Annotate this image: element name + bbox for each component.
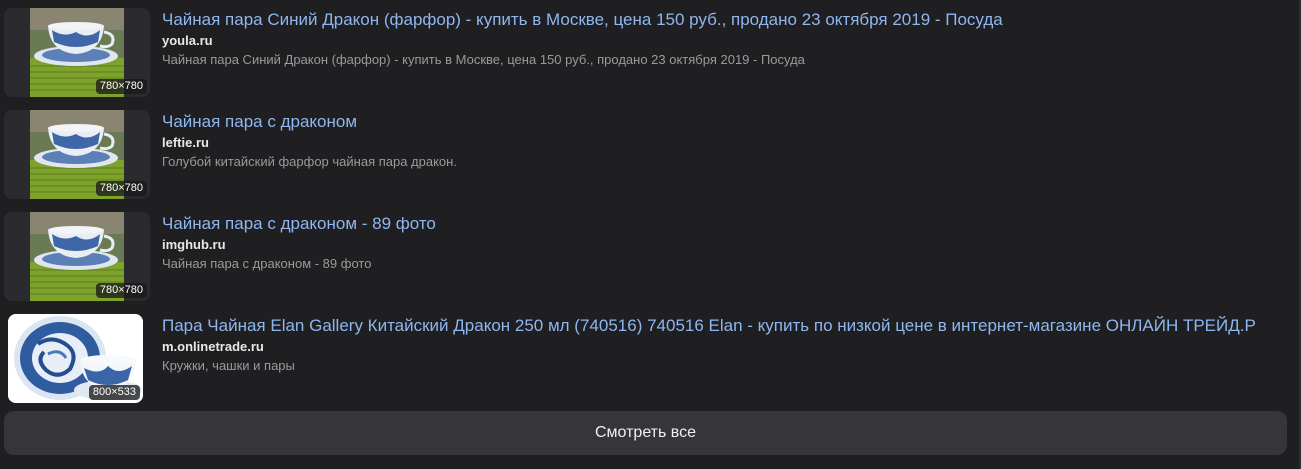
- result-title-link[interactable]: Чайная пара Синий Дракон (фарфор) - купи…: [162, 8, 1260, 31]
- result-snippet: Чайная пара Синий Дракон (фарфор) - купи…: [162, 52, 805, 67]
- result-item: 780×780 Чайная пара с драконом - 89 фото…: [0, 212, 1290, 304]
- result-item: 780×780 Чайная пара Синий Дракон (фарфор…: [0, 8, 1290, 100]
- result-domain[interactable]: youla.ru: [162, 32, 1260, 50]
- result-text: Чайная пара с драконом leftie.ru Голубой…: [162, 110, 1260, 171]
- result-domain[interactable]: imghub.ru: [162, 236, 1260, 254]
- result-snippet: Голубой китайский фарфор чайная пара дра…: [162, 154, 457, 169]
- result-text: Пара Чайная Elan Gallery Китайский Драко…: [162, 314, 1260, 375]
- result-thumbnail[interactable]: 800×533: [8, 314, 143, 403]
- result-text: Чайная пара с драконом - 89 фото imghub.…: [162, 212, 1260, 273]
- image-size-badge: 780×780: [95, 181, 147, 196]
- result-snippet: Кружки, чашки и пары: [162, 358, 295, 373]
- result-title-link[interactable]: Чайная пара с драконом - 89 фото: [162, 212, 1260, 235]
- search-results-panel: 780×780 Чайная пара Синий Дракон (фарфор…: [0, 0, 1301, 469]
- result-domain[interactable]: m.onlinetrade.ru: [162, 338, 1260, 356]
- result-item: 780×780 Чайная пара с драконом leftie.ru…: [0, 110, 1290, 202]
- result-text: Чайная пара Синий Дракон (фарфор) - купи…: [162, 8, 1260, 69]
- result-thumbnail[interactable]: 780×780: [4, 8, 150, 97]
- result-snippet: Чайная пара с драконом - 89 фото: [162, 256, 372, 271]
- result-item: 800×533 Пара Чайная Elan Gallery Китайск…: [0, 314, 1290, 406]
- result-domain[interactable]: leftie.ru: [162, 134, 1260, 152]
- result-thumbnail[interactable]: 780×780: [4, 110, 150, 199]
- result-title-link[interactable]: Пара Чайная Elan Gallery Китайский Драко…: [162, 314, 1260, 337]
- image-size-badge: 780×780: [95, 79, 147, 94]
- see-all-button[interactable]: Смотреть все: [4, 411, 1287, 455]
- image-size-badge: 780×780: [95, 283, 147, 298]
- image-size-badge: 800×533: [88, 385, 140, 400]
- result-title-link[interactable]: Чайная пара с драконом: [162, 110, 1260, 133]
- result-thumbnail[interactable]: 780×780: [4, 212, 150, 301]
